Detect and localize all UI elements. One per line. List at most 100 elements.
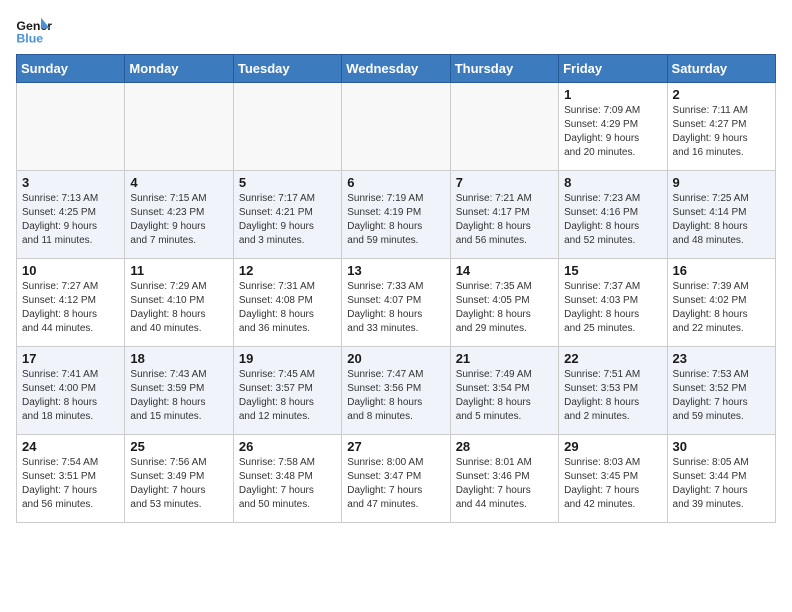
header-saturday: Saturday bbox=[667, 55, 775, 83]
calendar-cell: 30 Sunrise: 8:05 AM Sunset: 3:44 PM Dayli… bbox=[667, 435, 775, 523]
day-info: Sunrise: 7:47 AM Sunset: 3:56 PM Dayligh… bbox=[347, 368, 444, 424]
day-number: 8 bbox=[564, 175, 661, 190]
day-info: Sunrise: 7:09 AM Sunset: 4:29 PM Dayligh… bbox=[564, 104, 661, 160]
calendar-cell: 25 Sunrise: 7:56 AM Sunset: 3:49 PM Dayli… bbox=[125, 435, 233, 523]
calendar-cell: 29 Sunrise: 8:03 AM Sunset: 3:45 PM Dayli… bbox=[559, 435, 667, 523]
day-number: 21 bbox=[456, 351, 553, 366]
day-number: 10 bbox=[22, 263, 119, 278]
day-number: 28 bbox=[456, 439, 553, 454]
calendar-cell: 23Sunrise: 7:53 AM Sunset: 3:52 PM Dayli… bbox=[667, 347, 775, 435]
week-row-2: 3 Sunrise: 7:13 AM Sunset: 4:25 PM Daylig… bbox=[17, 171, 776, 259]
day-number: 15 bbox=[564, 263, 661, 278]
day-info: Sunrise: 7:51 AM Sunset: 3:53 PM Dayligh… bbox=[564, 368, 661, 424]
day-number: 5 bbox=[239, 175, 336, 190]
header-tuesday: Tuesday bbox=[233, 55, 341, 83]
calendar-cell: 19 Sunrise: 7:45 AM Sunset: 3:57 PM Dayli… bbox=[233, 347, 341, 435]
calendar-cell: 7 Sunrise: 7:21 AM Sunset: 4:17 PM Daylig… bbox=[450, 171, 558, 259]
day-info: Sunrise: 7:37 AM Sunset: 4:03 PM Dayligh… bbox=[564, 280, 661, 336]
day-number: 26 bbox=[239, 439, 336, 454]
calendar-cell: 9 Sunrise: 7:25 AM Sunset: 4:14 PM Daylig… bbox=[667, 171, 775, 259]
day-info: Sunrise: 8:05 AM Sunset: 3:44 PM Dayligh… bbox=[673, 456, 770, 512]
calendar-cell: 26 Sunrise: 7:58 AM Sunset: 3:48 PM Dayli… bbox=[233, 435, 341, 523]
calendar-cell: 3 Sunrise: 7:13 AM Sunset: 4:25 PM Daylig… bbox=[17, 171, 125, 259]
day-info: Sunrise: 7:19 AM Sunset: 4:19 PM Dayligh… bbox=[347, 192, 444, 248]
calendar-cell bbox=[125, 83, 233, 171]
calendar-cell: 6 Sunrise: 7:19 AM Sunset: 4:19 PM Daylig… bbox=[342, 171, 450, 259]
calendar-cell: 20 Sunrise: 7:47 AM Sunset: 3:56 PM Dayli… bbox=[342, 347, 450, 435]
calendar-cell: 18 Sunrise: 7:43 AM Sunset: 3:59 PM Dayli… bbox=[125, 347, 233, 435]
calendar-cell bbox=[17, 83, 125, 171]
day-info: Sunrise: 7:49 AM Sunset: 3:54 PM Dayligh… bbox=[456, 368, 553, 424]
day-info: Sunrise: 8:01 AM Sunset: 3:46 PM Dayligh… bbox=[456, 456, 553, 512]
day-info: Sunrise: 7:45 AM Sunset: 3:57 PM Dayligh… bbox=[239, 368, 336, 424]
page-header: General Blue bbox=[16, 16, 776, 46]
day-info: Sunrise: 7:56 AM Sunset: 3:49 PM Dayligh… bbox=[130, 456, 227, 512]
day-info: Sunrise: 7:53 AM Sunset: 3:52 PM Dayligh… bbox=[673, 368, 770, 424]
calendar-cell: 27 Sunrise: 8:00 AM Sunset: 3:47 PM Dayli… bbox=[342, 435, 450, 523]
day-info: Sunrise: 7:43 AM Sunset: 3:59 PM Dayligh… bbox=[130, 368, 227, 424]
calendar-cell bbox=[450, 83, 558, 171]
day-number: 9 bbox=[673, 175, 770, 190]
svg-text:Blue: Blue bbox=[16, 31, 43, 45]
day-number: 20 bbox=[347, 351, 444, 366]
day-info: Sunrise: 7:23 AM Sunset: 4:16 PM Dayligh… bbox=[564, 192, 661, 248]
day-info: Sunrise: 7:33 AM Sunset: 4:07 PM Dayligh… bbox=[347, 280, 444, 336]
week-row-4: 17 Sunrise: 7:41 AM Sunset: 4:00 PM Dayli… bbox=[17, 347, 776, 435]
day-number: 19 bbox=[239, 351, 336, 366]
day-number: 29 bbox=[564, 439, 661, 454]
day-info: Sunrise: 7:41 AM Sunset: 4:00 PM Dayligh… bbox=[22, 368, 119, 424]
day-number: 30 bbox=[673, 439, 770, 454]
day-info: Sunrise: 7:58 AM Sunset: 3:48 PM Dayligh… bbox=[239, 456, 336, 512]
day-info: Sunrise: 7:13 AM Sunset: 4:25 PM Dayligh… bbox=[22, 192, 119, 248]
calendar-cell: 5 Sunrise: 7:17 AM Sunset: 4:21 PM Daylig… bbox=[233, 171, 341, 259]
day-number: 27 bbox=[347, 439, 444, 454]
week-row-1: 1 Sunrise: 7:09 AM Sunset: 4:29 PM Daylig… bbox=[17, 83, 776, 171]
header-thursday: Thursday bbox=[450, 55, 558, 83]
day-info: Sunrise: 8:00 AM Sunset: 3:47 PM Dayligh… bbox=[347, 456, 444, 512]
calendar-cell: 11Sunrise: 7:29 AM Sunset: 4:10 PM Dayli… bbox=[125, 259, 233, 347]
calendar-cell: 12Sunrise: 7:31 AM Sunset: 4:08 PM Dayli… bbox=[233, 259, 341, 347]
day-number: 25 bbox=[130, 439, 227, 454]
calendar-cell: 2 Sunrise: 7:11 AM Sunset: 4:27 PM Daylig… bbox=[667, 83, 775, 171]
calendar-cell: 15 Sunrise: 7:37 AM Sunset: 4:03 PM Dayli… bbox=[559, 259, 667, 347]
day-number: 22 bbox=[564, 351, 661, 366]
day-number: 2 bbox=[673, 87, 770, 102]
day-info: Sunrise: 8:03 AM Sunset: 3:45 PM Dayligh… bbox=[564, 456, 661, 512]
day-info: Sunrise: 7:54 AM Sunset: 3:51 PM Dayligh… bbox=[22, 456, 119, 512]
day-info: Sunrise: 7:27 AM Sunset: 4:12 PM Dayligh… bbox=[22, 280, 119, 336]
day-number: 16 bbox=[673, 263, 770, 278]
calendar-cell: 1 Sunrise: 7:09 AM Sunset: 4:29 PM Daylig… bbox=[559, 83, 667, 171]
calendar-cell: 4Sunrise: 7:15 AM Sunset: 4:23 PM Daylig… bbox=[125, 171, 233, 259]
day-info: Sunrise: 7:17 AM Sunset: 4:21 PM Dayligh… bbox=[239, 192, 336, 248]
calendar-cell: 22 Sunrise: 7:51 AM Sunset: 3:53 PM Dayli… bbox=[559, 347, 667, 435]
day-info: Sunrise: 7:35 AM Sunset: 4:05 PM Dayligh… bbox=[456, 280, 553, 336]
calendar-cell: 24 Sunrise: 7:54 AM Sunset: 3:51 PM Dayli… bbox=[17, 435, 125, 523]
week-row-3: 10 Sunrise: 7:27 AM Sunset: 4:12 PM Dayli… bbox=[17, 259, 776, 347]
day-number: 13 bbox=[347, 263, 444, 278]
day-number: 24 bbox=[22, 439, 119, 454]
day-number: 3 bbox=[22, 175, 119, 190]
calendar-cell: 16Sunrise: 7:39 AM Sunset: 4:02 PM Dayli… bbox=[667, 259, 775, 347]
calendar-cell: 8 Sunrise: 7:23 AM Sunset: 4:16 PM Daylig… bbox=[559, 171, 667, 259]
day-number: 7 bbox=[456, 175, 553, 190]
calendar-cell bbox=[233, 83, 341, 171]
calendar-cell: 13 Sunrise: 7:33 AM Sunset: 4:07 PM Dayli… bbox=[342, 259, 450, 347]
day-info: Sunrise: 7:29 AM Sunset: 4:10 PM Dayligh… bbox=[130, 280, 227, 336]
day-number: 17 bbox=[22, 351, 119, 366]
header-friday: Friday bbox=[559, 55, 667, 83]
day-info: Sunrise: 7:11 AM Sunset: 4:27 PM Dayligh… bbox=[673, 104, 770, 160]
day-number: 14 bbox=[456, 263, 553, 278]
day-number: 4 bbox=[130, 175, 227, 190]
day-number: 6 bbox=[347, 175, 444, 190]
day-info: Sunrise: 7:31 AM Sunset: 4:08 PM Dayligh… bbox=[239, 280, 336, 336]
calendar-cell: 10 Sunrise: 7:27 AM Sunset: 4:12 PM Dayli… bbox=[17, 259, 125, 347]
day-number: 1 bbox=[564, 87, 661, 102]
calendar-cell: 28 Sunrise: 8:01 AM Sunset: 3:46 PM Dayli… bbox=[450, 435, 558, 523]
calendar-cell: 21 Sunrise: 7:49 AM Sunset: 3:54 PM Dayli… bbox=[450, 347, 558, 435]
calendar-table: SundayMondayTuesdayWednesdayThursdayFrid… bbox=[16, 54, 776, 523]
header-wednesday: Wednesday bbox=[342, 55, 450, 83]
day-info: Sunrise: 7:25 AM Sunset: 4:14 PM Dayligh… bbox=[673, 192, 770, 248]
header-monday: Monday bbox=[125, 55, 233, 83]
day-number: 18 bbox=[130, 351, 227, 366]
day-info: Sunrise: 7:21 AM Sunset: 4:17 PM Dayligh… bbox=[456, 192, 553, 248]
